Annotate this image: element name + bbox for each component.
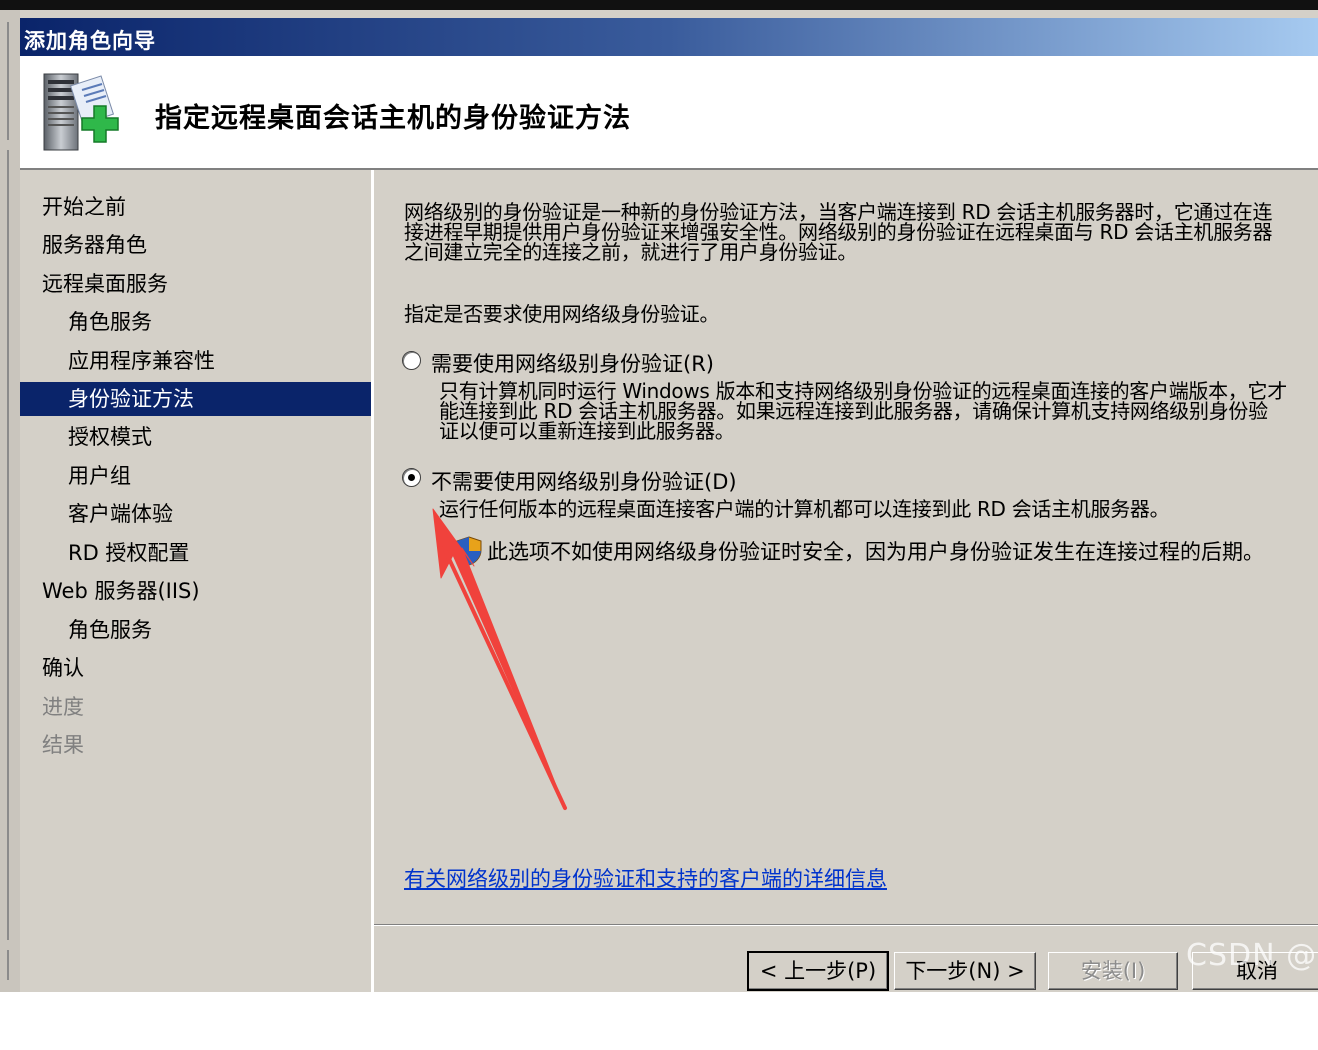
intro-line-3: 之间建立完全的连接之前，就进行了用户身份验证。 — [404, 240, 858, 264]
nav-step-remote-desktop-services[interactable]: 远程桌面服务 — [20, 267, 371, 301]
add-roles-wizard-window: 添加角色向导 指定远程桌面会话主机的身份验证方法 开始之前 服务器角色 远程桌面… — [20, 10, 1318, 992]
no-nla-desc: 运行任何版本的远程桌面连接客户端的计算机都可以连接到此 RD 会话主机服务器。 — [439, 497, 1170, 521]
install-button: 安装(I) — [1048, 952, 1178, 990]
no-nla-radio[interactable] — [402, 468, 421, 487]
next-button[interactable]: 下一步(N) > — [894, 952, 1036, 990]
wizard-content: 网络级别的身份验证是一种新的身份验证方法，当客户端连接到 RD 会话主机服务器时… — [374, 170, 1318, 992]
csdn-watermark: CSDN @ — [1186, 938, 1318, 973]
window-title: 添加角色向导 — [24, 29, 156, 53]
nav-step-app-compatibility[interactable]: 应用程序兼容性 — [20, 344, 371, 378]
wizard-header: 指定远程桌面会话主机的身份验证方法 — [20, 56, 1318, 170]
no-nla-label[interactable]: 不需要使用网络级别身份验证(D) — [431, 466, 737, 496]
button-separator — [374, 924, 1318, 926]
top-strip — [0, 0, 1318, 10]
nla-help-link[interactable]: 有关网络级别的身份验证和支持的客户端的详细信息 — [404, 863, 887, 893]
nav-step-results: 结果 — [42, 733, 84, 757]
nav-step-progress: 进度 — [42, 695, 84, 719]
security-shield-icon — [456, 536, 482, 566]
nav-step-authentication-method[interactable]: 身份验证方法 — [20, 382, 371, 416]
title-bar[interactable]: 添加角色向导 — [20, 18, 1318, 56]
require-nla-desc-3: 证以便可以重新连接到此服务器。 — [439, 419, 735, 443]
nav-step-iis-role-services[interactable]: 角色服务 — [20, 613, 371, 647]
nav-step-role-services[interactable]: 角色服务 — [20, 305, 371, 339]
previous-button[interactable]: < 上一步(P) — [747, 951, 889, 991]
require-nla-radio[interactable] — [402, 351, 421, 370]
security-warning-text: 此选项不如使用网络级身份验证时安全，因为用户身份验证发生在连接过程的后期。 — [487, 540, 1264, 564]
nav-step-confirmation[interactable]: 确认 — [20, 651, 371, 685]
nav-step-before-you-begin[interactable]: 开始之前 — [20, 190, 371, 224]
nla-prompt: 指定是否要求使用网络级身份验证。 — [404, 302, 720, 326]
nav-step-web-server-iis[interactable]: Web 服务器(IIS) — [20, 574, 371, 608]
nav-step-licensing-mode[interactable]: 授权模式 — [20, 420, 371, 454]
wizard-steps-nav: 开始之前 服务器角色 远程桌面服务 角色服务 应用程序兼容性 身份验证方法 授权… — [20, 170, 374, 992]
server-add-icon — [43, 73, 119, 151]
nav-step-user-groups[interactable]: 用户组 — [20, 459, 371, 493]
nav-step-rd-licensing-config[interactable]: RD 授权配置 — [20, 536, 371, 570]
require-nla-label[interactable]: 需要使用网络级别身份验证(R) — [431, 348, 714, 378]
nav-step-client-experience[interactable]: 客户端体验 — [20, 497, 371, 531]
nav-step-server-roles[interactable]: 服务器角色 — [20, 228, 371, 262]
page-title: 指定远程桌面会话主机的身份验证方法 — [155, 103, 631, 134]
